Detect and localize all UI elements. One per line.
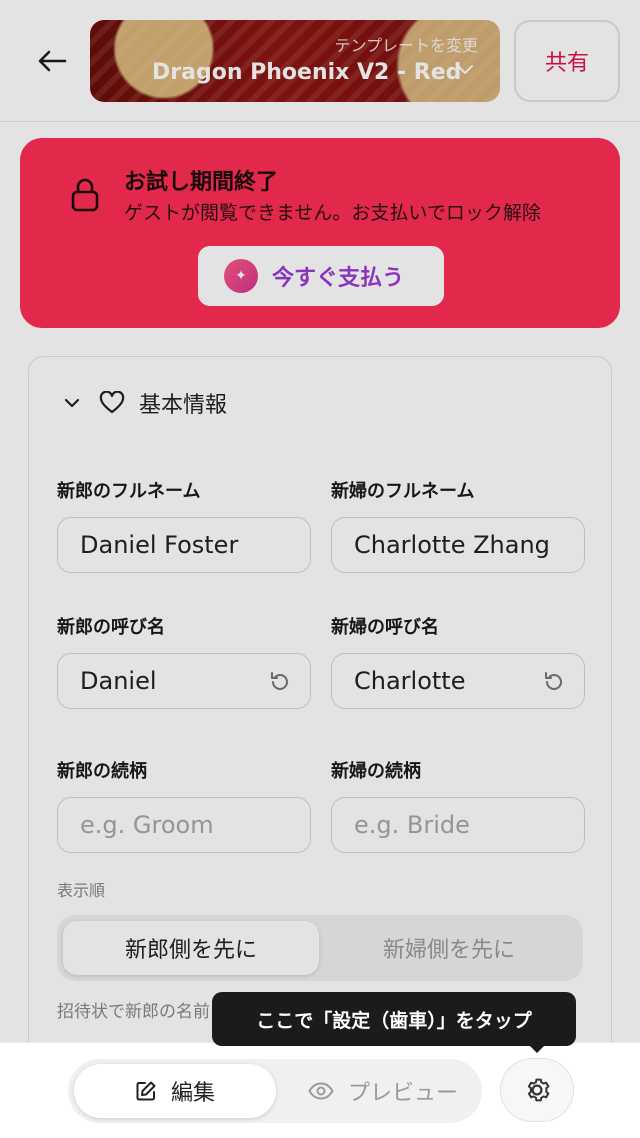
lock-icon (71, 178, 99, 212)
template-name: Dragon Phoenix V2 - Red (152, 60, 462, 85)
eye-icon (308, 1082, 334, 1100)
bride-first-option[interactable]: 新婦側を先に (321, 921, 577, 975)
gear-icon (527, 1078, 550, 1102)
pay-now-label: 今すぐ支払う (272, 266, 405, 291)
groom-first-option[interactable]: 新郎側を先に (63, 921, 319, 975)
groom-fullname-label: 新郎のフルネーム (57, 481, 201, 502)
display-order-toggle: 新郎側を先に 新婦側を先に (57, 915, 583, 981)
edit-icon (136, 1081, 156, 1101)
section-header[interactable]: 基本情報 (63, 387, 227, 419)
pay-now-button[interactable]: ✦ 今すぐ支払う (198, 246, 444, 306)
trial-message: ゲストが閲覧できません。お支払いでロック解除 (124, 202, 541, 224)
edit-tab[interactable]: 編集 (74, 1064, 276, 1118)
tooltip-arrow (528, 1044, 546, 1053)
reset-icon[interactable] (268, 670, 292, 694)
preview-tab[interactable]: プレビュー (288, 1064, 478, 1118)
trial-expired-banner: お試し期間終了 ゲストが閲覧できません。お支払いでロック解除 ✦ 今すぐ支払う (20, 138, 620, 328)
back-button[interactable] (26, 40, 78, 82)
sparkle-icon: ✦ (224, 259, 258, 293)
groom-fullname-input[interactable]: Daniel Foster (57, 517, 311, 573)
chevron-down-icon (64, 398, 80, 408)
coach-tooltip: ここで「設定（歯車）」をタップ (212, 992, 576, 1046)
settings-button[interactable] (500, 1058, 574, 1122)
display-order-label: 表示順 (57, 881, 106, 900)
share-button[interactable]: 共有 (514, 20, 620, 102)
reset-icon[interactable] (542, 670, 566, 694)
bride-fullname-input[interactable]: Charlotte Zhang (331, 517, 585, 573)
bride-nickname-label: 新婦の呼び名 (331, 617, 439, 638)
edit-tab-label: 編集 (170, 1081, 215, 1106)
groom-nickname-value: Daniel (80, 667, 157, 695)
back-arrow-icon (38, 50, 67, 72)
bride-nickname-input[interactable]: Charlotte (331, 653, 585, 709)
heart-icon (99, 391, 125, 414)
bride-relation-input[interactable]: e.g. Bride (331, 797, 585, 853)
template-selector[interactable]: テンプレートを変更 Dragon Phoenix V2 - Red (90, 20, 500, 102)
chevron-down-icon (457, 65, 473, 74)
preview-tab-label: プレビュー (347, 1081, 458, 1106)
mode-toggle: 編集 プレビュー (68, 1059, 482, 1123)
display-order-hint: 招待状で新郎の名前 (57, 1002, 210, 1022)
bride-fullname-label: 新婦のフルネーム (331, 481, 475, 502)
bride-relation-label: 新婦の続柄 (331, 761, 421, 782)
template-change-hint: テンプレートを変更 (334, 36, 478, 55)
groom-relation-label: 新郎の続柄 (57, 761, 147, 782)
trial-title: お試し期間終了 (124, 170, 279, 195)
section-title: 基本情報 (139, 393, 228, 418)
groom-relation-input[interactable]: e.g. Groom (57, 797, 311, 853)
top-bar: テンプレートを変更 Dragon Phoenix V2 - Red 共有 (0, 0, 640, 122)
groom-nickname-input[interactable]: Daniel (57, 653, 311, 709)
groom-nickname-label: 新郎の呼び名 (57, 617, 165, 638)
bride-nickname-value: Charlotte (354, 667, 466, 695)
